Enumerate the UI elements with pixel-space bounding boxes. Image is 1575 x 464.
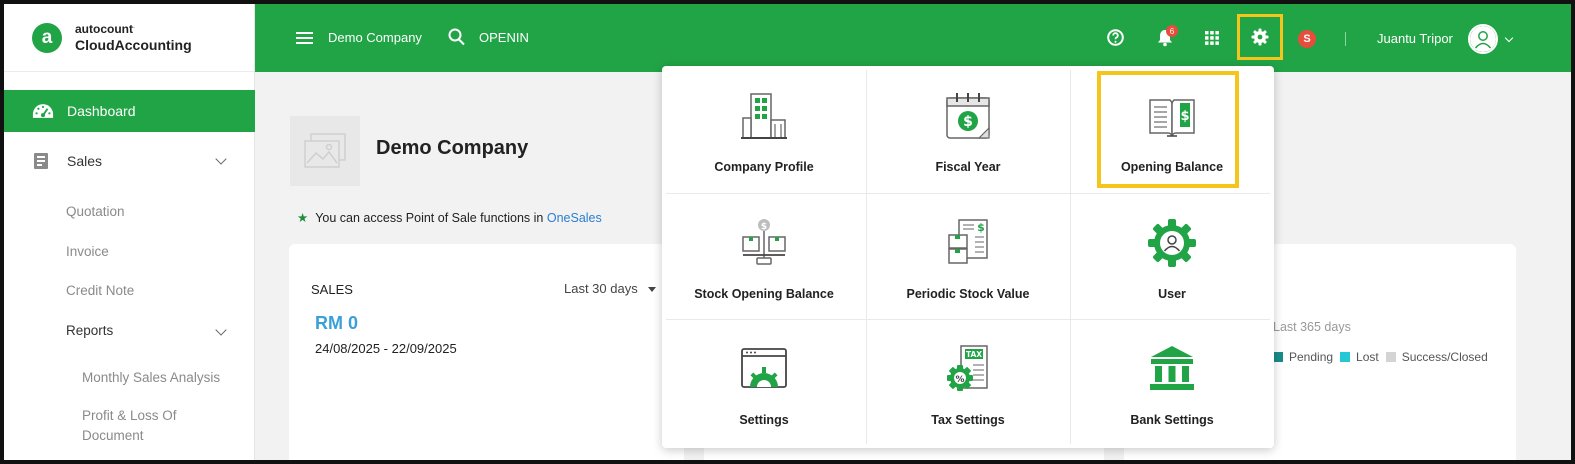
onesales-notice: ★ You can access Point of Sale functions … (297, 210, 602, 225)
calendar-dollar-icon: $ (946, 93, 990, 139)
svg-text:$: $ (977, 221, 985, 234)
subscription-badge[interactable]: S (1298, 30, 1316, 48)
user-gear-icon (1148, 219, 1196, 267)
receipt-icon (34, 153, 48, 169)
sidebar-item-sales[interactable]: Sales (4, 140, 255, 182)
brand-logo-icon: a (32, 22, 62, 53)
brand[interactable]: a autocount. CloudAccounting (4, 4, 254, 72)
search-icon[interactable] (448, 28, 465, 46)
sidebar-item-invoice[interactable]: Invoice (66, 244, 109, 259)
svg-text:$: $ (761, 222, 767, 232)
sidebar-item-monthly-sales-analysis[interactable]: Monthly Sales Analysis (82, 368, 220, 388)
menu-item-user[interactable]: User (1070, 193, 1274, 319)
sidebar-item-credit-note[interactable]: Credit Note (66, 283, 134, 298)
notice-text: You can access Point of Sale functions i… (315, 211, 544, 225)
chevron-down-icon (215, 153, 227, 165)
user-name[interactable]: Juantu Tripor (1377, 31, 1453, 46)
company-logo-placeholder[interactable] (290, 116, 360, 186)
menu-item-bank-settings[interactable]: Bank Settings (1070, 319, 1274, 445)
menu-item-periodic-stock-value[interactable]: $ Periodic Stock Value (866, 193, 1070, 319)
sidebar-item-label: Sales (67, 153, 103, 169)
svg-text:%: % (955, 375, 964, 385)
legend-label-success[interactable]: Success/Closed (1402, 350, 1488, 364)
chart-legend: Pending Lost Success/Closed (1273, 350, 1495, 364)
legend-swatch-pending (1273, 352, 1283, 362)
menu-item-stock-opening-balance[interactable]: $ Stock Opening Balance (662, 193, 866, 319)
search-input[interactable]: OPENIN (479, 30, 529, 45)
page-title: Demo Company (376, 137, 529, 159)
gear-icon (1251, 28, 1269, 46)
menu-icon[interactable] (296, 32, 313, 44)
user-avatar-icon (1470, 26, 1496, 52)
menu-item-settings[interactable]: Settings (662, 319, 866, 445)
svg-text:$: $ (963, 114, 973, 130)
sidebar-item-quotation[interactable]: Quotation (66, 204, 125, 219)
legend-swatch-lost (1340, 352, 1351, 362)
menu-item-fiscal-year[interactable]: $ Fiscal Year (866, 66, 1070, 192)
stock-scale-icon: $ (742, 219, 786, 265)
top-bar: Demo Company OPENIN 6 S Juantu Tripor (255, 4, 1571, 72)
app-window: a autocount. CloudAccounting Dashboard S… (0, 0, 1575, 464)
brand-top-text: autocount (75, 22, 133, 36)
sidebar-item-label: Reports (66, 323, 114, 338)
chevron-down-icon (215, 324, 227, 336)
menu-item-label: Fiscal Year (935, 160, 1001, 174)
building-icon (741, 93, 787, 139)
menu-item-label: Stock Opening Balance (694, 287, 834, 301)
right-card-range[interactable]: Last 365 days (1273, 320, 1351, 334)
legend-swatch-success (1385, 352, 1396, 362)
sales-range-value: Last 30 days (564, 281, 638, 296)
brand-text: autocount. CloudAccounting (75, 22, 192, 53)
sidebar-item-reports[interactable]: Reports (4, 316, 255, 346)
notification-badge: 6 (1166, 25, 1178, 37)
sidebar: a autocount. CloudAccounting Dashboard S… (4, 4, 255, 460)
menu-item-company-profile[interactable]: Company Profile (662, 66, 866, 192)
menu-item-label: Tax Settings (931, 413, 1005, 427)
sales-range-select[interactable]: Last 30 days (564, 281, 656, 296)
sidebar-item-dashboard[interactable]: Dashboard (4, 90, 255, 132)
caret-down-icon (647, 287, 656, 293)
image-icon (304, 133, 346, 168)
menu-item-label: Periodic Stock Value (906, 287, 1030, 301)
legend-label-lost[interactable]: Lost (1356, 350, 1379, 364)
apps-grid-icon[interactable] (1205, 31, 1219, 45)
sales-amount: RM 0 (315, 313, 359, 333)
menu-item-label: Bank Settings (1130, 413, 1214, 427)
menu-item-label: User (1158, 287, 1186, 301)
stock-value-icon: $ (948, 219, 988, 264)
bank-icon (1150, 346, 1194, 390)
star-icon: ★ (297, 211, 309, 225)
onesales-link[interactable]: OneSales (547, 211, 602, 225)
avatar[interactable] (1468, 24, 1498, 54)
brand-bottom-text: CloudAccounting (75, 37, 192, 53)
company-selector[interactable]: Demo Company (328, 30, 422, 45)
sidebar-item-profit-loss[interactable]: Profit & Loss Of Document (82, 406, 202, 446)
menu-item-label: Settings (739, 413, 789, 427)
settings-button-highlight[interactable] (1237, 14, 1283, 60)
opening-balance-highlight (1097, 71, 1239, 188)
sidebar-item-label: Dashboard (67, 103, 136, 119)
help-icon[interactable] (1107, 29, 1124, 46)
svg-text:TAX: TAX (966, 350, 982, 359)
sales-card-title: SALES (311, 282, 353, 297)
legend-label-pending[interactable]: Pending (1289, 350, 1333, 364)
tax-icon: TAX % (947, 345, 988, 391)
header-divider (1345, 32, 1346, 46)
menu-item-tax-settings[interactable]: TAX % Tax Settings (866, 319, 1070, 445)
chevron-down-icon[interactable] (1504, 33, 1514, 43)
sales-date-range: 24/08/2025 - 22/09/2025 (315, 341, 457, 356)
speedometer-icon (32, 103, 54, 118)
menu-item-label: Company Profile (714, 160, 814, 174)
settings-window-icon (741, 348, 787, 388)
